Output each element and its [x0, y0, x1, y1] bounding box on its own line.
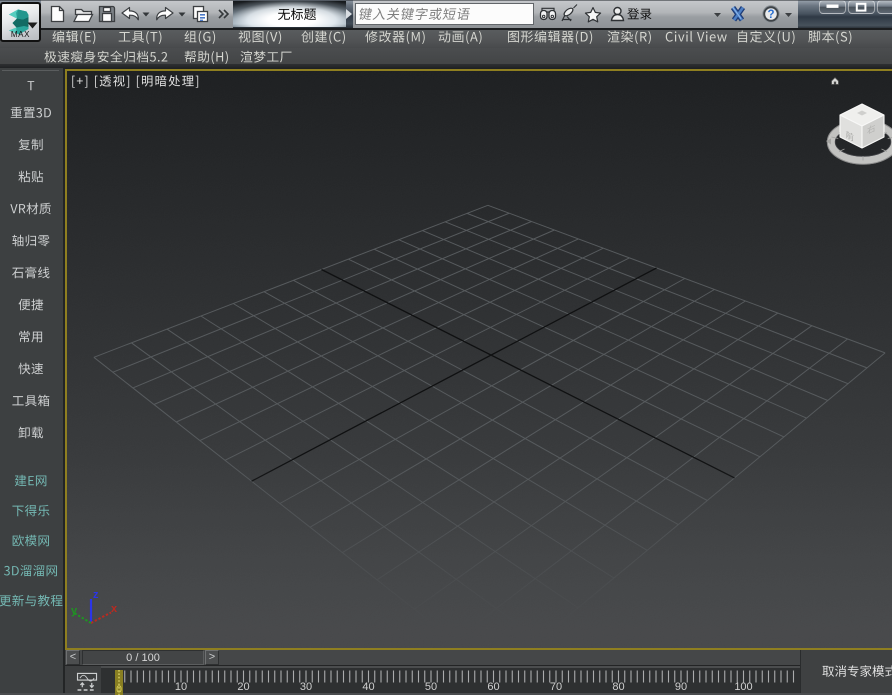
svg-text:0: 0 — [116, 684, 122, 695]
svg-text:x: x — [111, 603, 118, 615]
svg-text:y: y — [71, 605, 78, 617]
svg-text:?: ? — [767, 9, 774, 21]
svg-text:z: z — [93, 589, 99, 601]
